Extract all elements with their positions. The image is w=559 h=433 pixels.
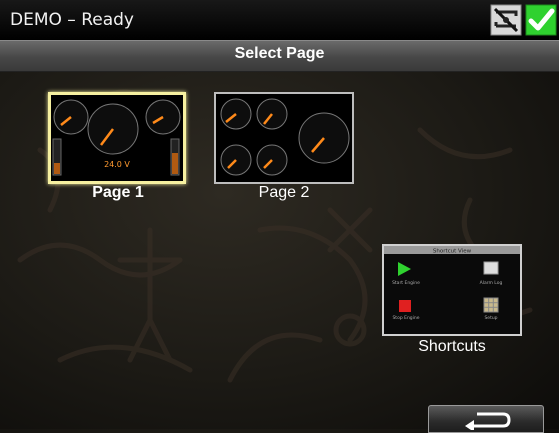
page-title: Select Page xyxy=(234,45,325,62)
page-2-preview xyxy=(216,94,352,182)
shortcuts-panel-title: Shortcut View xyxy=(433,249,472,255)
start-engine-label: Start Engine xyxy=(392,280,420,286)
stop-engine-label: Stop Engine xyxy=(392,315,419,321)
bell-icon xyxy=(483,261,499,275)
page-tile-2[interactable]: Page 2 xyxy=(214,92,354,204)
shortcuts-tile[interactable]: Shortcut View Start Engine Alarm Log Sto… xyxy=(382,244,522,356)
page-header: Select Page xyxy=(0,40,559,72)
page-2-label[interactable]: Page 2 xyxy=(214,184,354,202)
page-1-label[interactable]: Page 1 xyxy=(48,184,188,202)
page-1-preview: 24.0 V xyxy=(51,95,183,181)
setup-label: Setup xyxy=(484,315,497,321)
shortcuts-label[interactable]: Shortcuts xyxy=(382,338,522,356)
back-arrow-icon xyxy=(465,412,511,430)
grid-icon xyxy=(483,297,499,313)
network-disconnected-icon[interactable] xyxy=(490,4,522,36)
shortcuts-preview: Shortcut View Start Engine Alarm Log Sto… xyxy=(384,246,520,334)
window-title: DEMO – Ready xyxy=(10,10,134,30)
page-1-voltage-readout: 24.0 V xyxy=(104,160,130,169)
check-icon[interactable] xyxy=(525,4,557,36)
title-bar: DEMO – Ready xyxy=(0,0,559,40)
shortcuts-thumbnail[interactable]: Shortcut View Start Engine Alarm Log Sto… xyxy=(382,244,522,336)
alarm-log-label: Alarm Log xyxy=(480,280,503,286)
page-1-thumbnail[interactable]: 24.0 V xyxy=(48,92,186,184)
page-tile-1[interactable]: 24.0 V Page 1 xyxy=(48,92,188,204)
page-2-thumbnail[interactable] xyxy=(214,92,354,184)
stop-icon xyxy=(399,300,411,312)
